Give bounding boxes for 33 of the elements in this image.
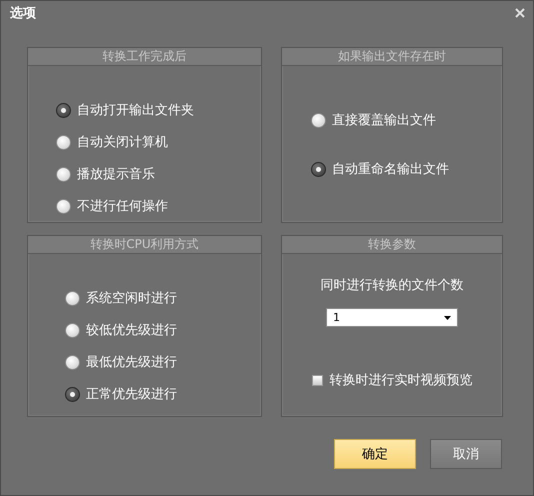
close-icon[interactable]	[515, 8, 525, 18]
radio-label[interactable]: 不进行任何操作	[77, 197, 168, 215]
radio-label[interactable]: 较低优先级进行	[86, 321, 177, 339]
radio-button[interactable]	[56, 134, 71, 150]
panel-title: 转换时CPU利用方式	[28, 236, 261, 254]
radio-button[interactable]	[56, 198, 71, 214]
caret-icon	[444, 316, 451, 320]
panel-title: 转换参数	[282, 236, 502, 254]
checkbox-label[interactable]: 转换时进行实时视频预览	[330, 371, 472, 389]
checkbox[interactable]	[312, 374, 322, 386]
count-dropdown[interactable]: 1	[326, 308, 458, 327]
panel-title: 如果输出文件存在时	[282, 48, 502, 66]
radio-button[interactable]	[65, 322, 80, 338]
radio-label[interactable]: 正常优先级进行	[86, 385, 177, 403]
radio-label[interactable]: 自动打开输出文件夹	[77, 101, 194, 119]
radio-button[interactable]	[65, 386, 80, 402]
radio-button[interactable]	[56, 102, 71, 118]
panel-title: 转换工作完成后	[28, 48, 261, 66]
ok-button[interactable]: 确定	[334, 439, 416, 469]
radio-button[interactable]	[311, 112, 326, 128]
radio-button[interactable]	[65, 290, 80, 306]
radio-button[interactable]	[56, 166, 71, 182]
radio-label[interactable]: 直接覆盖输出文件	[332, 111, 436, 129]
radio-label[interactable]: 最低优先级进行	[86, 353, 177, 371]
radio-label[interactable]: 系统空闲时进行	[86, 289, 177, 307]
radio-button[interactable]	[311, 162, 326, 176]
field-label: 同时进行转换的文件个数	[320, 277, 464, 294]
cancel-button[interactable]: 取消	[430, 439, 502, 469]
window-title: 选项	[10, 4, 36, 22]
radio-label[interactable]: 播放提示音乐	[77, 165, 155, 183]
radio-label[interactable]: 自动重命名输出文件	[332, 160, 449, 178]
radio-button[interactable]	[65, 354, 80, 370]
radio-label[interactable]: 自动关闭计算机	[77, 133, 168, 151]
